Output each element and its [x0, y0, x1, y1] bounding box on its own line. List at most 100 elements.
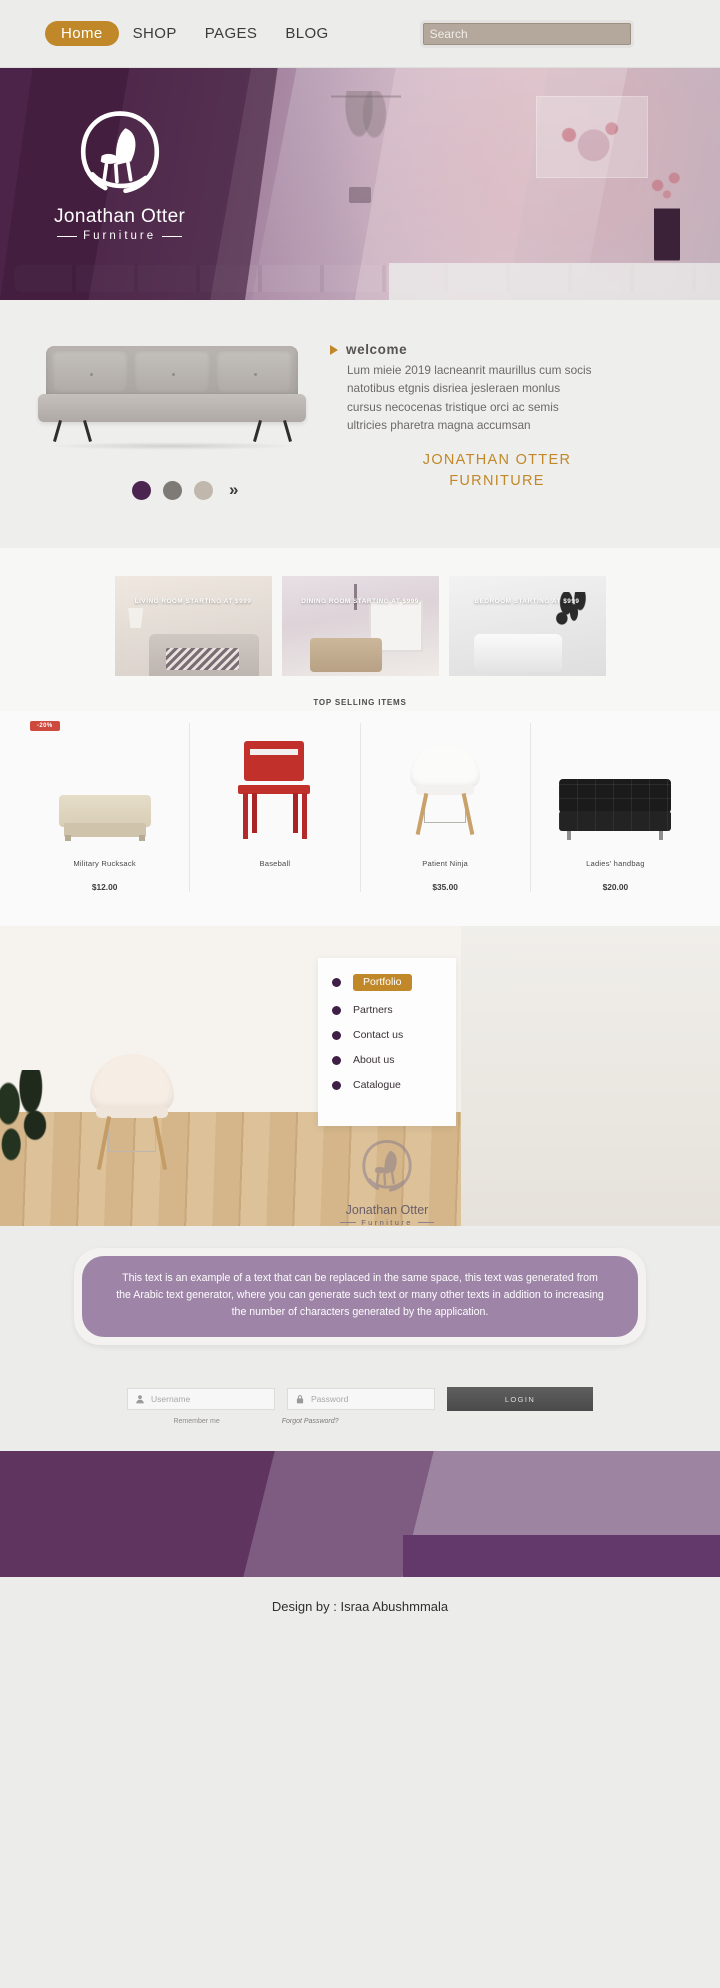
bench-base [63, 823, 146, 837]
sofa-leg [283, 420, 292, 442]
category-card-label: DINING ROOM STARTING AT $999 [301, 598, 419, 605]
product-grid: -20% Military Rucksack $12.00 Baseball P… [0, 711, 720, 926]
sofa-leg [659, 831, 664, 840]
logo-rule-left [340, 1222, 357, 1223]
carousel-dot-1[interactable] [132, 480, 151, 500]
menu-item-label: Contact us [353, 1029, 404, 1041]
carousel-dot-2[interactable] [163, 480, 182, 500]
product-card[interactable]: Baseball [189, 723, 359, 892]
hero-plant-decoration [331, 91, 402, 203]
bench-leg [64, 835, 71, 841]
menu-item-label: About us [353, 1054, 395, 1066]
remember-me-label[interactable]: Remember me [173, 1418, 219, 1425]
login-section: LOGIN Remember me Forgot Password? [0, 1371, 720, 1452]
sofa-shadow [48, 442, 298, 450]
sofa-leg [253, 420, 262, 442]
chair-logo-icon [74, 108, 166, 200]
product-name: Ladies' handbag [586, 859, 645, 868]
top-navigation-bar: Home SHOP PAGES BLOG [0, 0, 720, 68]
bullet-icon [332, 1005, 341, 1015]
forgot-password-link[interactable]: Forgot Password? [282, 1418, 339, 1425]
footer-decorative-band [0, 1451, 720, 1578]
sofa-cushion-2 [134, 351, 210, 393]
bullet-icon [332, 978, 341, 987]
nav-links: Home SHOP PAGES BLOG [45, 21, 343, 46]
scene-logo-subtitle-text: Furniture [361, 1218, 413, 1226]
bullet-icon [332, 1030, 341, 1040]
chair-seat [237, 785, 310, 794]
menu-item-partners[interactable]: Partners [332, 1004, 456, 1016]
hero-logo-name: Jonathan Otter [54, 206, 186, 227]
hero-logo-subtitle: Furniture [57, 230, 183, 242]
welcome-heading: welcome [330, 342, 680, 357]
sofa-leg [567, 831, 572, 840]
nav-item-blog[interactable]: BLOG [271, 25, 342, 42]
product-price: $12.00 [91, 882, 118, 892]
bench-illustration [58, 795, 151, 841]
black-sofa-illustration [559, 779, 672, 841]
welcome-image-column: » [0, 334, 330, 500]
menu-item-contact-us[interactable]: Contact us [332, 1029, 456, 1041]
menu-item-portfolio[interactable]: Portfolio [332, 974, 456, 991]
sofa-leg [83, 420, 92, 442]
username-input[interactable] [151, 1394, 267, 1405]
scene-logo-subtitle: Furniture [318, 1218, 456, 1226]
scene-chair-illustration [84, 1054, 180, 1174]
category-card-dining-room[interactable]: DINING ROOM STARTING AT $999 [281, 576, 439, 676]
text-banner-frame: This text is an example of a text that c… [74, 1248, 646, 1346]
category-section: LIVING ROOM STARTING AT $999 DINING ROOM… [0, 548, 720, 926]
portfolio-menu-card: Portfolio Partners Contact us About us C… [318, 958, 456, 1126]
product-image [535, 733, 696, 841]
password-input[interactable] [311, 1394, 427, 1405]
logo-rule-right [417, 1222, 434, 1223]
product-image [24, 733, 185, 841]
product-card[interactable]: Patient Ninja $35.00 [359, 723, 530, 892]
product-price: $35.00 [432, 882, 458, 892]
menu-item-catalogue[interactable]: Catalogue [332, 1079, 456, 1091]
welcome-body-text: Lum mieie 2019 lacneanrit maurillus cum … [347, 363, 592, 432]
welcome-section: » welcome Lum mieie 2019 lacneanrit maur… [0, 300, 720, 548]
chair-shell [90, 1054, 174, 1112]
pillow-pattern [166, 648, 239, 670]
sofa-cushion-3 [216, 351, 292, 393]
carousel-next-arrow[interactable]: » [229, 480, 238, 500]
welcome-title-line-2: FURNITURE [449, 473, 545, 490]
sofa-backrest [46, 346, 298, 398]
logo-rule-right [162, 235, 183, 237]
footer-shape-accent [403, 1534, 720, 1578]
eames-chair-illustration [406, 745, 484, 841]
menu-item-about-us[interactable]: About us [332, 1054, 456, 1066]
menu-item-label: Catalogue [353, 1079, 401, 1091]
product-image [365, 733, 526, 841]
chair-leg [251, 793, 257, 833]
product-card[interactable]: Ladies' handbag $20.00 [529, 723, 700, 892]
nav-item-shop[interactable]: SHOP [119, 25, 191, 42]
nav-item-pages[interactable]: PAGES [191, 25, 272, 42]
carousel-dot-3[interactable] [194, 480, 213, 500]
password-field-wrapper[interactable] [287, 1388, 435, 1411]
text-banner-content: This text is an example of a text that c… [82, 1256, 638, 1338]
chair-logo-icon [318, 1138, 456, 1201]
search-input[interactable] [422, 22, 631, 45]
hero-wall-art-frame [536, 95, 648, 178]
footer-credit: Design by : Israa Abushmmala [0, 1577, 720, 1641]
portfolio-scene-section: Portfolio Partners Contact us About us C… [0, 926, 720, 1226]
user-icon [136, 1395, 144, 1404]
username-field-wrapper[interactable] [127, 1388, 275, 1411]
category-card-label: BEDROOM STARTING AT $999 [474, 598, 580, 605]
category-card-list: LIVING ROOM STARTING AT $999 DINING ROOM… [0, 576, 720, 676]
welcome-text-column: welcome Lum mieie 2019 lacneanrit mauril… [330, 334, 720, 492]
hero-logo-subtitle-text: Furniture [83, 230, 157, 242]
product-card[interactable]: -20% Military Rucksack $12.00 [20, 721, 189, 892]
sofa-seat [559, 811, 672, 831]
hero-brand-logo: Jonathan Otter Furniture [54, 108, 185, 242]
meta-spacer [401, 1418, 547, 1425]
login-meta-row: Remember me Forgot Password? [0, 1418, 720, 1425]
category-card-living-room[interactable]: LIVING ROOM STARTING AT $999 [114, 576, 272, 676]
page-root: Home SHOP PAGES BLOG Search Jonathan Ott… [0, 0, 720, 1641]
login-button[interactable]: LOGIN [447, 1387, 593, 1412]
nav-item-home[interactable]: Home [45, 21, 119, 46]
menu-item-label: Partners [353, 1004, 393, 1016]
category-card-bedroom[interactable]: BEDROOM STARTING AT $999 [448, 576, 606, 676]
hero-vase-decoration [642, 169, 695, 268]
